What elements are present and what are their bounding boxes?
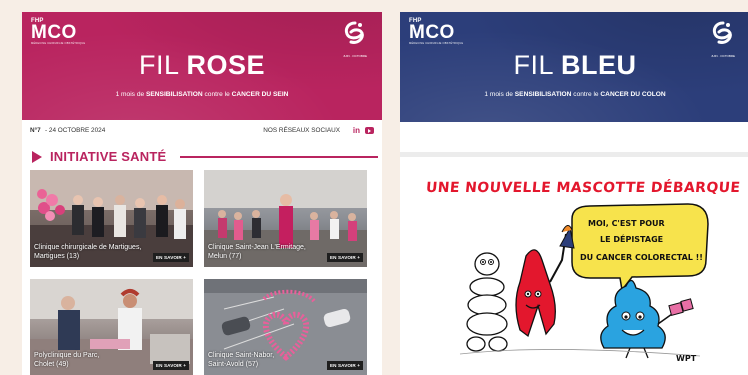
card-caption: Clinique Saint-Nabor, Saint-Avold (57): [208, 351, 323, 369]
subtitle-bold: SENSIBILISATION: [145, 91, 203, 98]
blue-mascot-icon: [600, 279, 694, 359]
fil-bleu-banner: FHP MCO Médecine Chirurgie Obstétrique J…: [400, 12, 748, 122]
red-ribbon-mascot-icon: [515, 225, 575, 338]
section-divider: [400, 152, 748, 157]
issue-info-bar: N°7 - 24 OCTOBRE 2024 NOS RÉSEAUX SOCIAU…: [30, 126, 374, 137]
newsletter-title: FIL BLEU: [400, 50, 748, 81]
card-caption: Polyclinique du Parc, Cholet (49): [34, 351, 149, 369]
title-main: ROSE: [186, 50, 266, 80]
bubble-line: DU CANCER COLORECTAL !!: [580, 253, 703, 262]
caption-line: Clinique chirurgicale de Martigues,: [34, 244, 142, 251]
bubble-line: MOI, C'EST POUR: [588, 219, 665, 228]
cartoon-illustration: MOI, C'EST POUR LE DÉPISTAGE DU CANCER C…: [459, 203, 709, 363]
subtitle-part: 1 mois de: [115, 91, 146, 98]
section-title: INITIATIVE SANTÉ: [50, 149, 167, 164]
card-caption: Clinique chirurgicale de Martigues, Mart…: [34, 243, 149, 261]
caption-line: Clinique Saint-Nabor,: [208, 352, 275, 359]
read-more-button[interactable]: EN SAVOIR +: [153, 361, 189, 370]
socials-label: NOS RÉSEAUX SOCIAUX: [263, 127, 340, 134]
card-caption: Clinique Saint-Jean L'Ermitage, Melun (7…: [208, 243, 323, 261]
title-prefix: FIL: [138, 50, 179, 80]
fhp-mco-logo[interactable]: FHP MCO Médecine Chirurgie Obstétrique: [31, 18, 85, 46]
read-more-button[interactable]: EN SAVOIR +: [327, 253, 363, 262]
caption-line: Martigues (13): [34, 253, 80, 260]
caption-line: Polyclinique du Parc,: [34, 352, 100, 359]
subtitle-part: contre le: [202, 91, 232, 98]
mascot-cartoon[interactable]: UNE NOUVELLE MASCOTTE DÉBARQUE MOI, C'ES…: [400, 164, 748, 375]
subtitle-part: 1 mois de: [484, 91, 515, 98]
logo-tagline: Médecine Chirurgie Obstétrique: [31, 42, 86, 45]
issue-number: N°7: [30, 127, 41, 134]
logo-mco: MCO: [31, 22, 77, 43]
read-more-button[interactable]: EN SAVOIR +: [153, 253, 189, 262]
news-card[interactable]: Clinique Saint-Jean L'Ermitage, Melun (7…: [204, 170, 367, 267]
issue-date: - 24 OCTOBRE 2024: [45, 127, 106, 134]
youtube-icon[interactable]: [365, 127, 374, 134]
caption-line: Clinique Saint-Jean L'Ermitage,: [208, 244, 306, 251]
title-prefix: FIL: [513, 50, 553, 80]
subtitle-bold: SENSIBILISATION: [514, 91, 572, 98]
white-mascot-icon: [466, 252, 508, 352]
news-card[interactable]: Clinique chirurgicale de Martigues, Mart…: [30, 170, 193, 267]
section-divider: [180, 156, 378, 158]
fhp-mco-logo[interactable]: FHP MCO Médecine Chirurgie Obstétrique: [409, 18, 463, 46]
fil-rose-banner: FHP MCO Médecine Chirurgie Obstétrique J…: [22, 12, 382, 120]
news-card[interactable]: Polyclinique du Parc, Cholet (49) EN SAV…: [30, 279, 193, 375]
logo-tagline: Médecine Chirurgie Obstétrique: [409, 42, 464, 45]
newsletter-title: FIL ROSE: [22, 50, 382, 81]
subtitle-bold: CANCER DU COLON: [600, 91, 666, 98]
newsletter-subtitle: 1 mois de SENSIBILISATION contre le CANC…: [22, 91, 382, 98]
caption-line: Melun (77): [208, 253, 242, 260]
bubble-line: LE DÉPISTAGE: [600, 233, 663, 244]
section-header: INITIATIVE SANTÉ: [30, 148, 378, 164]
arrow-right-icon: [32, 151, 42, 163]
subtitle-bold: CANCER DU SEIN: [231, 91, 289, 98]
caption-line: Cholet (49): [34, 361, 69, 368]
logo-mco: MCO: [409, 22, 455, 43]
cartoon-signature: WPT: [676, 354, 697, 363]
fil-bleu-newsletter: FHP MCO Médecine Chirurgie Obstétrique J…: [400, 12, 748, 375]
linkedin-icon[interactable]: in: [353, 126, 360, 135]
newsletter-subtitle: 1 mois de SENSIBILISATION contre le CANC…: [400, 91, 748, 98]
caption-line: Saint-Avold (57): [208, 361, 259, 368]
title-main: BLEU: [561, 50, 637, 80]
fil-rose-newsletter: FHP MCO Médecine Chirurgie Obstétrique J…: [22, 12, 382, 375]
news-card[interactable]: Clinique Saint-Nabor, Saint-Avold (57) E…: [204, 279, 367, 375]
read-more-button[interactable]: EN SAVOIR +: [327, 361, 363, 370]
subtitle-part: contre le: [571, 91, 601, 98]
